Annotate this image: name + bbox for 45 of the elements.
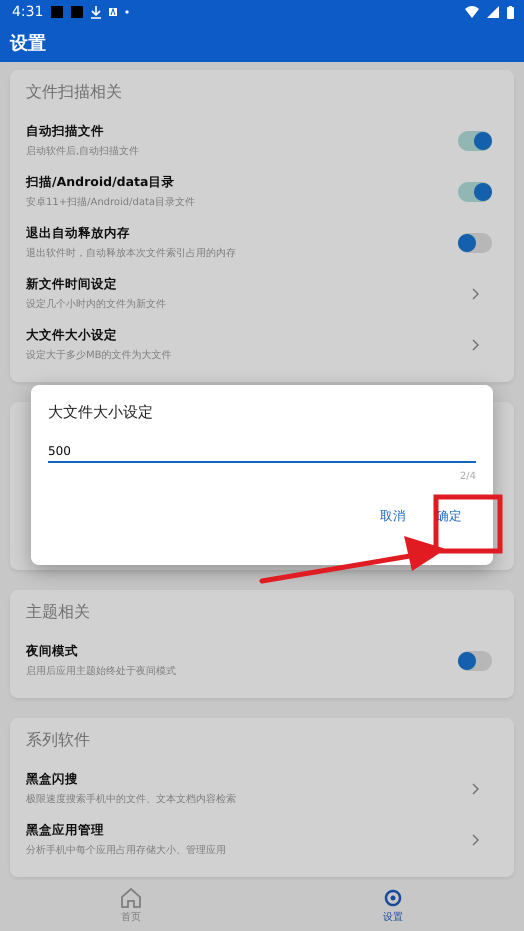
setting-title: 扫描/Android/data目录 <box>26 174 176 191</box>
setting-description: 启动软件后,自动扫描文件 <box>26 144 140 158</box>
setting-description: 分析手机中每个应用占用存储大小、管理应用 <box>26 844 227 857</box>
setting-title: 自动扫描文件 <box>26 123 105 140</box>
setting-description: 启用后应用主题始终处于夜间模式 <box>26 664 177 678</box>
setting-description: 设定大于多少MB的文件为大文件 <box>26 348 172 362</box>
setting-description: 退出软件时，自动释放本次文件索引占用的内存 <box>26 246 237 260</box>
square-icon <box>51 6 64 18</box>
setting-title: 新文件时间设定 <box>26 276 118 293</box>
toggle-switch[interactable] <box>458 130 492 150</box>
dialog-title: 大文件大小设定 <box>48 403 154 422</box>
section-title: 系列软件 <box>26 729 91 751</box>
wifi-icon <box>465 6 479 18</box>
status-time: 4:31 <box>12 4 44 20</box>
download-icon <box>91 6 102 18</box>
highlight-frame <box>434 494 502 554</box>
nav-tab[interactable]: 设置 <box>262 880 524 931</box>
section-title: 文件扫描相关 <box>26 81 123 103</box>
chevron-icon <box>472 834 480 846</box>
character-counter: 2/4 <box>460 471 476 482</box>
app-bar-title: 设置 <box>10 32 46 55</box>
setting-title: 黑盒闪搜 <box>26 771 79 788</box>
chevron-icon <box>472 338 480 350</box>
setting-description: 安卓11+扫描/Android/data目录文件 <box>26 196 196 209</box>
gear-icon <box>382 888 404 908</box>
home-icon <box>120 888 142 908</box>
dot-icon <box>125 10 130 14</box>
section-title: 主题相关 <box>26 601 91 623</box>
setting-title: 夜间模式 <box>26 643 79 660</box>
setting-title: 黑盒应用管理 <box>26 822 105 839</box>
signal-icon <box>487 6 499 18</box>
toggle-switch[interactable] <box>458 182 492 202</box>
chevron-icon <box>472 288 480 300</box>
battery-icon <box>507 6 514 18</box>
input-field[interactable]: 500 <box>48 444 476 463</box>
chevron-icon <box>472 782 480 794</box>
letter-tile-icon <box>109 8 118 16</box>
toggle-switch[interactable] <box>458 650 492 670</box>
setting-title: 大文件大小设定 <box>26 327 118 344</box>
setting-description: 极限速度搜索手机中的文件、文本文档内容检索 <box>26 792 237 806</box>
toggle-switch[interactable] <box>458 232 492 252</box>
setting-title: 退出自动释放内存 <box>26 225 131 242</box>
square-icon <box>71 6 84 18</box>
dialog-button[interactable]: 取消 <box>376 504 410 529</box>
setting-description: 设定几个小时内的文件为新文件 <box>26 298 167 311</box>
